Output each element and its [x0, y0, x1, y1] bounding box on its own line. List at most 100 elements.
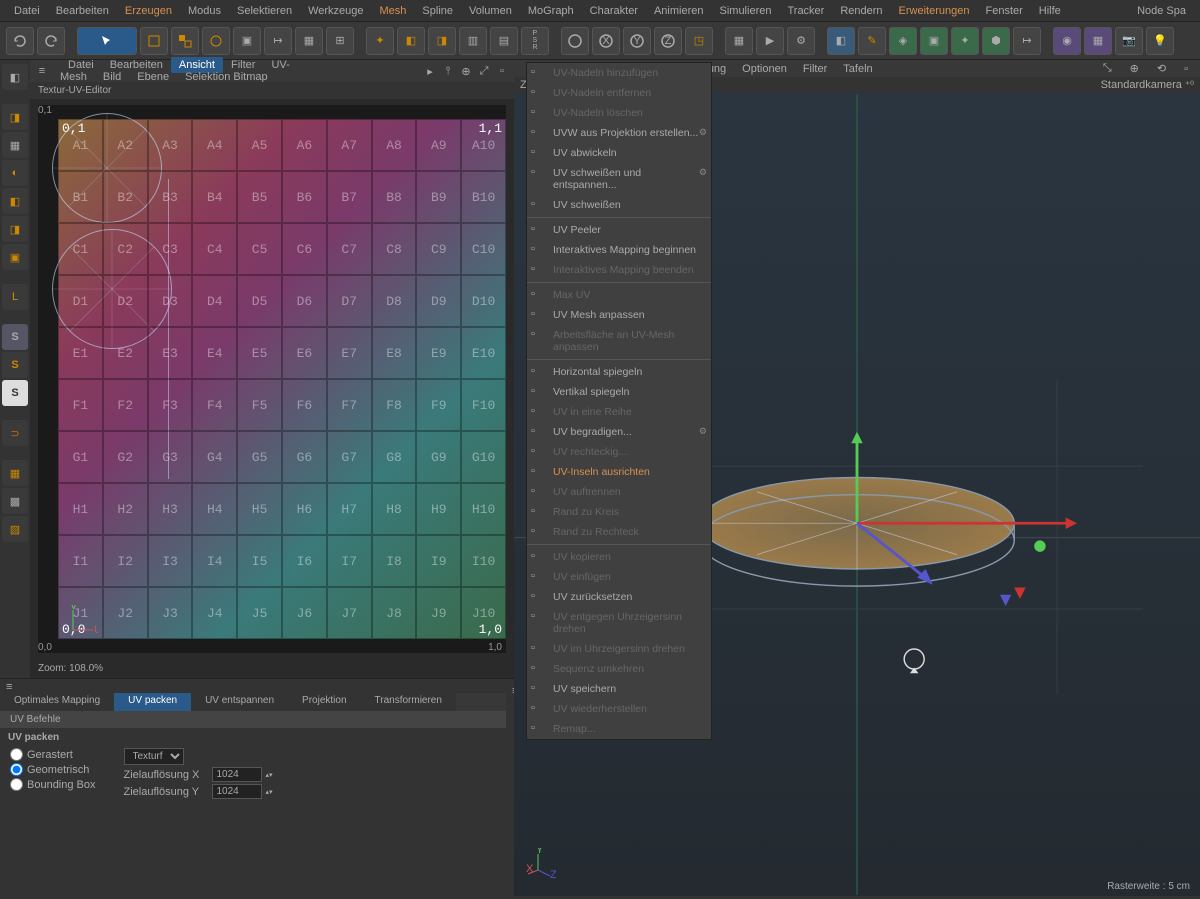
- tool-6[interactable]: ▦: [295, 27, 323, 55]
- ctx-uv-schwei-en-und-entspannen---[interactable]: ▫UV schweißen und entspannen...⚙: [527, 163, 711, 195]
- def-1[interactable]: ◉: [1053, 27, 1081, 55]
- viewtab-4[interactable]: Filter: [795, 61, 835, 77]
- btab-3[interactable]: Projektion: [288, 693, 360, 711]
- psr-tool[interactable]: PSR: [521, 27, 549, 55]
- ctx-uv-zur-cksetzen[interactable]: ▫UV zurücksetzen: [527, 587, 711, 607]
- ctx-uv-inseln-ausrichten[interactable]: ▫UV-Inseln ausrichten: [527, 462, 711, 482]
- prim-cube[interactable]: ◧: [827, 27, 855, 55]
- def-2[interactable]: ▦: [1084, 27, 1112, 55]
- panel-icon-1[interactable]: ▸: [422, 64, 438, 78]
- btab-2[interactable]: UV entspannen: [191, 693, 288, 711]
- z-lock[interactable]: Z: [654, 27, 682, 55]
- menu-hilfe[interactable]: Hilfe: [1031, 2, 1069, 20]
- cube-tool[interactable]: ◧: [397, 27, 425, 55]
- view-icon-3[interactable]: ⟲: [1149, 60, 1174, 77]
- uv-canvas[interactable]: 0,1 0,0 1,0 0,1 1,1 0,0 1,0 A1A2A3A4A5A6…: [38, 105, 506, 653]
- menu-charakter[interactable]: Charakter: [582, 2, 646, 20]
- def-3[interactable]: 📷: [1115, 27, 1143, 55]
- grid-3[interactable]: ▨: [2, 516, 28, 542]
- mode-point[interactable]: ◧: [2, 188, 28, 214]
- ctx-uvw-aus-projektion-erstellen---[interactable]: ▫UVW aus Projektion erstellen...⚙: [527, 123, 711, 143]
- panel-icon-3[interactable]: ⊕: [458, 64, 474, 78]
- x-lock[interactable]: X: [592, 27, 620, 55]
- mode-texture[interactable]: ▦: [2, 132, 28, 158]
- scale-tool[interactable]: [171, 27, 199, 55]
- redo-button[interactable]: [37, 27, 65, 55]
- menu-modus[interactable]: Modus: [180, 2, 229, 20]
- menu-right[interactable]: Node Spa: [1129, 2, 1194, 20]
- prim-1[interactable]: ◈: [889, 27, 917, 55]
- tool-9[interactable]: ▥: [459, 27, 487, 55]
- mode-object[interactable]: ◨: [2, 104, 28, 130]
- axis-l[interactable]: L: [2, 284, 28, 310]
- def-4[interactable]: 💡: [1146, 27, 1174, 55]
- undo-button[interactable]: [6, 27, 34, 55]
- tool-7[interactable]: ⊞: [326, 27, 354, 55]
- menu-rendern[interactable]: Rendern: [832, 2, 890, 20]
- mode-workplane[interactable]: ◐: [2, 160, 28, 186]
- hamburger-icon[interactable]: ≡: [6, 681, 12, 693]
- snap-s3[interactable]: S: [2, 380, 28, 406]
- ctx-vertikal-spiegeln[interactable]: ▫Vertikal spiegeln: [527, 382, 711, 402]
- viewtab-3[interactable]: Optionen: [734, 61, 795, 77]
- magnet[interactable]: ⊃: [2, 420, 28, 446]
- play-button[interactable]: ▶: [756, 27, 784, 55]
- menu-datei[interactable]: Datei: [6, 2, 48, 20]
- axis-tool[interactable]: ✦: [366, 27, 394, 55]
- menu-bearbeiten[interactable]: Bearbeiten: [48, 2, 117, 20]
- menu-selektieren[interactable]: Selektieren: [229, 2, 300, 20]
- menu-werkzeuge[interactable]: Werkzeuge: [300, 2, 371, 20]
- render-button[interactable]: ▦: [725, 27, 753, 55]
- grid-1[interactable]: ▦: [2, 460, 28, 486]
- prim-2[interactable]: ▣: [920, 27, 948, 55]
- grid-2[interactable]: ▩: [2, 488, 28, 514]
- menu-erzeugen[interactable]: Erzeugen: [117, 2, 180, 20]
- target-select[interactable]: Texturfläche: [124, 748, 184, 765]
- mode-poly[interactable]: ▣: [2, 244, 28, 270]
- snap-s1[interactable]: S: [2, 324, 28, 350]
- coord-tool[interactable]: ◳: [685, 27, 713, 55]
- btab-0[interactable]: Optimales Mapping: [0, 693, 114, 711]
- mode-edge[interactable]: ◨: [2, 216, 28, 242]
- menu-mesh[interactable]: Mesh: [372, 2, 415, 20]
- menu-volumen[interactable]: Volumen: [461, 2, 520, 20]
- prim-5[interactable]: ↦: [1013, 27, 1041, 55]
- viewtab-5[interactable]: Tafeln: [835, 61, 880, 77]
- tool-8[interactable]: ◨: [428, 27, 456, 55]
- menu-spline[interactable]: Spline: [414, 2, 461, 20]
- select-tool[interactable]: [77, 27, 137, 55]
- res-x-input[interactable]: [212, 767, 262, 782]
- move-tool[interactable]: [140, 27, 168, 55]
- menu-animieren[interactable]: Animieren: [646, 2, 712, 20]
- mode-model[interactable]: ◧: [2, 64, 28, 90]
- ctx-uv-begradigen---[interactable]: ▫UV begradigen...⚙: [527, 422, 711, 442]
- ctx-uv-peeler[interactable]: ▫UV Peeler: [527, 220, 711, 240]
- panel-icon-2[interactable]: ⫯: [440, 64, 456, 78]
- hamburger-icon[interactable]: ≡: [34, 64, 50, 78]
- circ-tool[interactable]: [561, 27, 589, 55]
- res-y-input[interactable]: [212, 784, 262, 799]
- menu-erweiterungen[interactable]: Erweiterungen: [891, 2, 978, 20]
- panel-icon-5[interactable]: ▫: [494, 64, 510, 78]
- ctx-uv-abwickeln[interactable]: ▫UV abwickeln: [527, 143, 711, 163]
- view-icon-2[interactable]: ⊕: [1122, 60, 1147, 77]
- tool-5[interactable]: ↦: [264, 27, 292, 55]
- ctx-uv-speichern[interactable]: ▫UV speichern: [527, 679, 711, 699]
- tool-4[interactable]: ▣: [233, 27, 261, 55]
- radio-0[interactable]: [10, 748, 23, 761]
- view-icon-1[interactable]: ⤡: [1095, 60, 1120, 77]
- ctx-horizontal-spiegeln[interactable]: ▫Horizontal spiegeln: [527, 362, 711, 382]
- subtab[interactable]: UV Befehle: [0, 711, 506, 728]
- btab-1[interactable]: UV packen: [114, 693, 191, 711]
- ctx-interaktives-mapping-beginnen[interactable]: ▫Interaktives Mapping beginnen: [527, 240, 711, 260]
- radio-2[interactable]: [10, 778, 23, 791]
- view-icon-4[interactable]: ▫: [1176, 61, 1196, 77]
- y-lock[interactable]: Y: [623, 27, 651, 55]
- menu-mograph[interactable]: MoGraph: [520, 2, 582, 20]
- settings-button[interactable]: ⚙: [787, 27, 815, 55]
- menu-fenster[interactable]: Fenster: [977, 2, 1030, 20]
- prim-3[interactable]: ✦: [951, 27, 979, 55]
- prim-4[interactable]: ⬢: [982, 27, 1010, 55]
- prim-pen[interactable]: ✎: [858, 27, 886, 55]
- rotate-tool[interactable]: [202, 27, 230, 55]
